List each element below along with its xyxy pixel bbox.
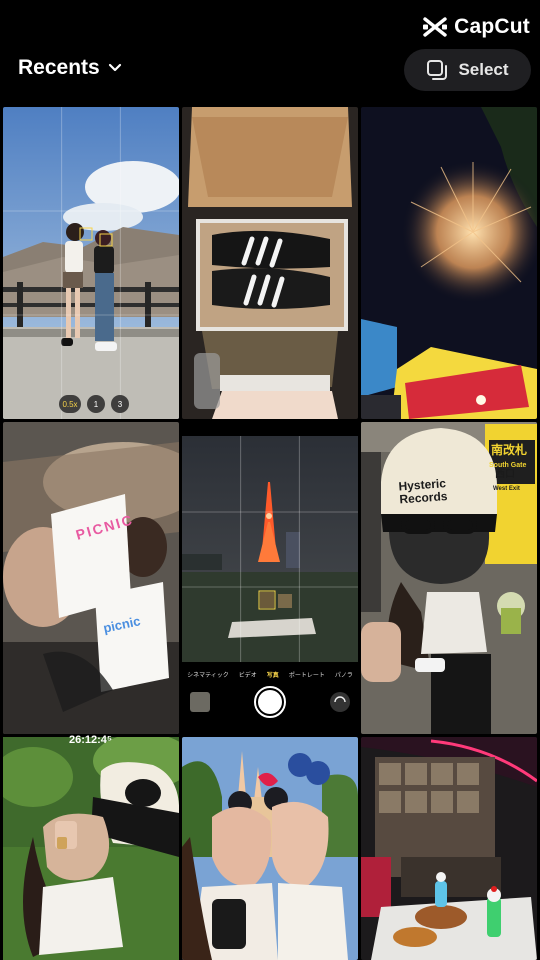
station-sign-subtext: South Gate bbox=[489, 462, 527, 469]
zoom-option: 1 bbox=[87, 395, 105, 413]
media-thumbnail-7[interactable]: 26:12:4⁵ bbox=[3, 734, 179, 960]
camera-mode-active: 写真 bbox=[266, 673, 279, 679]
album-title: Recents bbox=[18, 56, 100, 79]
cap-print-text: Hysteric Records bbox=[398, 476, 448, 507]
camera-mode: パノラ bbox=[334, 673, 353, 679]
media-thumbnail-1[interactable]: 0.5x 1 3 bbox=[3, 107, 179, 419]
station-exit-text: 西口 bbox=[495, 469, 515, 480]
capcut-logo-icon bbox=[423, 17, 448, 37]
photo-fireworks bbox=[361, 107, 537, 419]
photo-railing-girls bbox=[3, 107, 179, 419]
zoom-option: 3 bbox=[111, 395, 129, 413]
camera-mode: シネマティック bbox=[187, 673, 229, 679]
camera-mode: ポートレート bbox=[288, 673, 325, 679]
select-button-label: Select bbox=[458, 60, 509, 79]
video-duration: 26:12:4⁵ bbox=[69, 734, 113, 746]
photo-tokyo-tower-camera bbox=[182, 422, 358, 734]
photo-cap-grass bbox=[3, 737, 179, 960]
camera-mode: ビデオ bbox=[238, 673, 257, 679]
station-sign-text: 南改札 bbox=[491, 443, 528, 457]
photo-picnic-cards bbox=[3, 422, 179, 734]
multi-select-icon bbox=[427, 60, 448, 80]
brand-name: CapCut bbox=[454, 15, 530, 38]
media-thumbnail-2[interactable] bbox=[182, 107, 358, 419]
media-picker-header: Recents Select bbox=[0, 48, 540, 94]
media-thumbnail-3[interactable] bbox=[361, 107, 537, 419]
album-picker-dropdown[interactable]: Recents bbox=[18, 56, 122, 80]
zoom-option-active: 0.5x bbox=[59, 395, 81, 413]
chevron-down-icon bbox=[108, 63, 121, 72]
camera-mode-bar: シネマティック ビデオ 写真 ポートレート パノラ bbox=[182, 670, 358, 679]
station-exit-subtext: West Exit bbox=[493, 486, 520, 492]
media-thumbnail-9[interactable] bbox=[361, 737, 537, 960]
photo-castle-girls bbox=[182, 737, 358, 960]
media-thumbnail-6[interactable]: Hysteric Records 南改札 South Gate 西口 West … bbox=[361, 422, 537, 734]
camera-zoom-selector: 0.5x 1 3 bbox=[59, 395, 129, 413]
media-thumbnail-4[interactable]: PICNIC picnic bbox=[3, 422, 179, 734]
media-grid: 0.5x 1 3 PICNIC picnic シネマティック ビデオ 写真 ポー… bbox=[3, 107, 537, 960]
media-thumbnail-5[interactable]: シネマティック ビデオ 写真 ポートレート パノラ bbox=[182, 422, 358, 734]
capcut-brand: CapCut bbox=[422, 12, 530, 42]
select-button[interactable]: Select bbox=[404, 49, 531, 91]
photo-shoes-box bbox=[182, 107, 358, 419]
photo-record-shop bbox=[361, 737, 537, 960]
media-thumbnail-8[interactable] bbox=[182, 737, 358, 960]
